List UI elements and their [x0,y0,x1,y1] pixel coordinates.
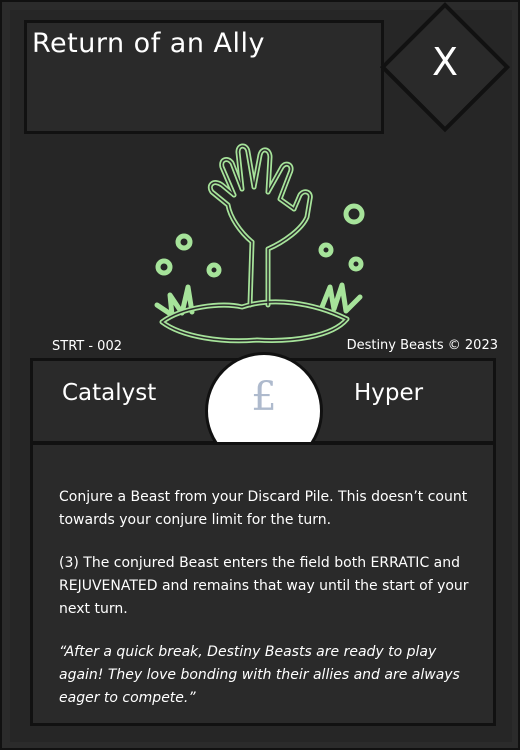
rules-paragraph: (3) The conjured Beast enters the field … [59,555,469,617]
currency-icon: £ [251,374,277,420]
card-type-left: Catalyst [62,380,157,406]
flavor-text: “After a quick break, Destiny Beasts are… [59,644,460,706]
set-code: STRT - 002 [52,339,122,354]
rules-paragraph: Conjure a Beast from your Discard Pile. … [59,489,468,528]
cost-value: X [431,40,459,84]
card-title: Return of an Ally [32,28,265,59]
rules-text: Conjure a Beast from your Discard Pile. … [59,486,479,730]
zombie-hand-icon [154,143,365,344]
game-card: Return of an Ally X STRT - 002 Destiny B… [0,0,520,750]
copyright-text: Destiny Beasts © 2023 [346,338,498,353]
card-type-right: Hyper [354,380,424,406]
